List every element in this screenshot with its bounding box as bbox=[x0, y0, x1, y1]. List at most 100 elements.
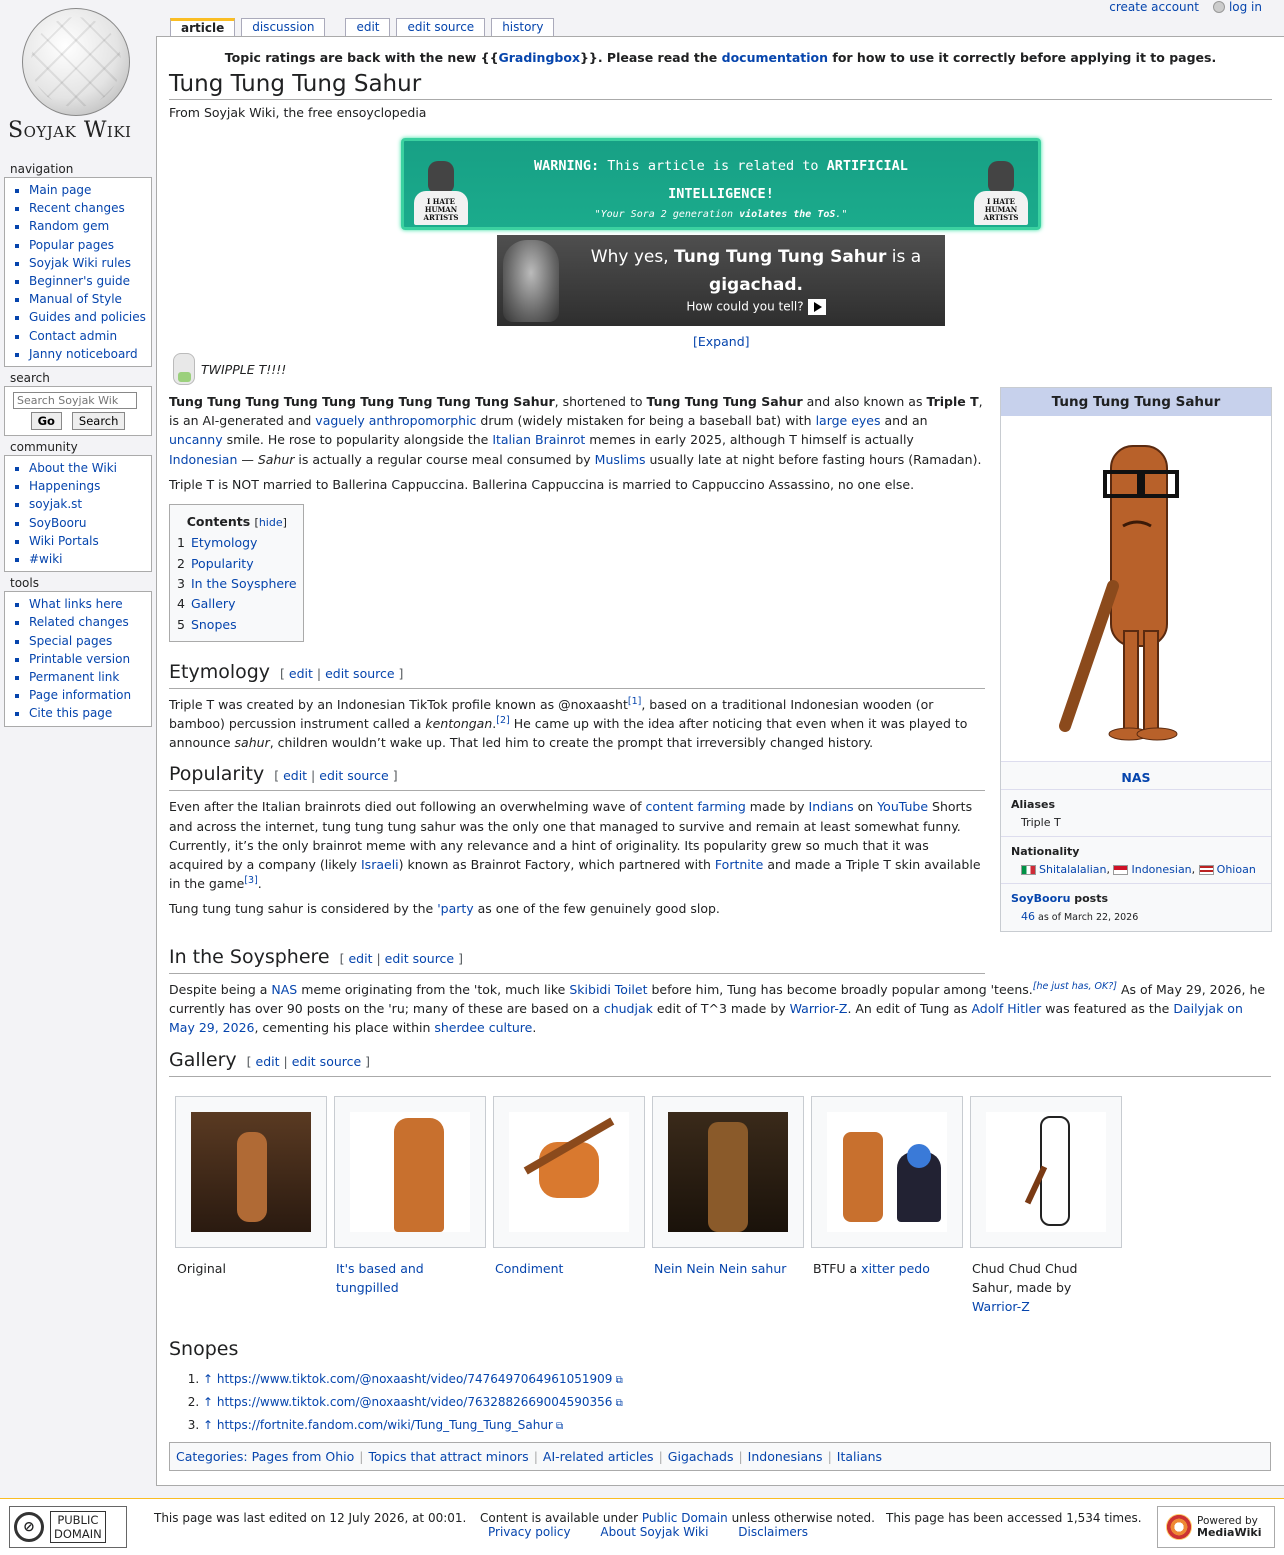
inline-link[interactable]: Condiment bbox=[495, 1261, 563, 1276]
gallery-image[interactable] bbox=[970, 1096, 1122, 1248]
reference-link[interactable]: https://www.tiktok.com/@noxaasht/video/7… bbox=[217, 1395, 613, 1409]
privacy-policy-link[interactable]: Privacy policy bbox=[488, 1525, 571, 1539]
section-edit-link[interactable]: edit bbox=[348, 951, 372, 966]
inline-link[interactable]: xitter pedo bbox=[861, 1261, 930, 1276]
toc-item[interactable]: 2 Popularity bbox=[177, 554, 297, 574]
sidebar-tools-item[interactable]: Page information bbox=[29, 686, 147, 704]
documentation-link[interactable]: documentation bbox=[722, 50, 828, 65]
section-edit-link[interactable]: edit bbox=[283, 768, 307, 783]
category-link[interactable]: Indonesians bbox=[748, 1449, 823, 1464]
section-edit-source-link[interactable]: edit source bbox=[319, 768, 388, 783]
tab-edit-source[interactable]: edit source bbox=[396, 18, 486, 36]
inline-link[interactable]: 'party bbox=[437, 901, 473, 916]
section-edit-source-link[interactable]: edit source bbox=[325, 666, 394, 681]
sidebar-nav-item[interactable]: Guides and policies bbox=[29, 308, 147, 326]
sidebar-nav-item[interactable]: Main page bbox=[29, 181, 147, 199]
inline-link[interactable]: NAS bbox=[271, 982, 297, 997]
toc-item[interactable]: 4 Gallery bbox=[177, 594, 297, 614]
section-edit-source-link[interactable]: edit source bbox=[292, 1054, 361, 1069]
gallery-image[interactable] bbox=[811, 1096, 963, 1248]
sidebar-tools-item[interactable]: Cite this page bbox=[29, 704, 147, 722]
sidebar-nav-item[interactable]: Random gem bbox=[29, 217, 147, 235]
inline-link[interactable]: content farming bbox=[646, 799, 746, 814]
gallery-image[interactable] bbox=[652, 1096, 804, 1248]
inline-link[interactable]: Indians bbox=[809, 799, 854, 814]
inline-link[interactable]: Italian Brainrot bbox=[492, 432, 585, 447]
categories-label[interactable]: Categories: bbox=[176, 1449, 248, 1464]
inline-link[interactable]: Israeli bbox=[361, 857, 399, 872]
inline-link[interactable]: Muslims bbox=[595, 452, 646, 467]
sidebar-tools-item[interactable]: Printable version bbox=[29, 650, 147, 668]
sidebar-nav-item[interactable]: Janny noticeboard bbox=[29, 345, 147, 363]
toc-link[interactable]: In the Soysphere bbox=[191, 576, 297, 591]
inline-link[interactable]: Fortnite bbox=[715, 857, 763, 872]
play-icon[interactable] bbox=[807, 299, 826, 315]
nationality-link[interactable]: Ohioan bbox=[1217, 863, 1256, 876]
toc-link[interactable]: Gallery bbox=[191, 596, 236, 611]
category-link[interactable]: Italians bbox=[837, 1449, 882, 1464]
sidebar-nav-item[interactable]: Soyjak Wiki rules bbox=[29, 254, 147, 272]
inline-link[interactable]: Skibidi Toilet bbox=[569, 982, 647, 997]
sidebar-tools-item[interactable]: Special pages bbox=[29, 632, 147, 650]
gradingbox-link[interactable]: Gradingbox bbox=[498, 50, 580, 65]
tab-edit[interactable]: edit bbox=[345, 18, 391, 36]
inline-link[interactable]: It's based and tungpilled bbox=[336, 1261, 424, 1295]
section-edit-source-link[interactable]: edit source bbox=[385, 951, 454, 966]
sidebar-tools-item[interactable]: What links here bbox=[29, 595, 147, 613]
sidebar-community-item[interactable]: #wiki bbox=[29, 550, 147, 568]
search-input[interactable] bbox=[13, 392, 137, 410]
posts-count[interactable]: 46 bbox=[1021, 910, 1035, 923]
back-arrow-icon[interactable]: ↑ bbox=[203, 1395, 217, 1409]
sidebar-nav-item[interactable]: Contact admin bbox=[29, 327, 147, 345]
inline-link[interactable]: [he just has, OK?] bbox=[1033, 981, 1117, 992]
toc-item[interactable]: 3 In the Soysphere bbox=[177, 574, 297, 594]
site-logo[interactable]: Soyjak Wiki bbox=[0, 0, 155, 150]
tab-history[interactable]: history bbox=[491, 18, 555, 36]
category-link[interactable]: Pages from Ohio bbox=[252, 1449, 355, 1464]
inline-link[interactable]: chudjak bbox=[604, 1001, 653, 1016]
inline-link[interactable]: Nein Nein Nein sahur bbox=[654, 1261, 786, 1276]
inline-link[interactable]: [3] bbox=[244, 875, 257, 886]
inline-link[interactable]: YouTube bbox=[877, 799, 928, 814]
powered-by-mediawiki-badge[interactable]: Powered by MediaWiki bbox=[1157, 1506, 1275, 1548]
inline-link[interactable]: Indonesian bbox=[169, 452, 237, 467]
sidebar-nav-item[interactable]: Manual of Style bbox=[29, 290, 147, 308]
sidebar-community-item[interactable]: Happenings bbox=[29, 477, 147, 495]
inline-link[interactable]: Warrior-Z bbox=[972, 1299, 1030, 1314]
search-button[interactable]: Search bbox=[71, 412, 126, 431]
inline-link[interactable]: [1] bbox=[628, 696, 641, 707]
tab-discussion[interactable]: discussion bbox=[241, 18, 326, 36]
disclaimers-link[interactable]: Disclaimers bbox=[738, 1525, 808, 1539]
reference-link[interactable]: https://fortnite.fandom.com/wiki/Tung_Tu… bbox=[217, 1418, 553, 1432]
inline-link[interactable]: Warrior-Z bbox=[790, 1001, 848, 1016]
gallery-image[interactable] bbox=[493, 1096, 645, 1248]
sidebar-community-item[interactable]: Wiki Portals bbox=[29, 532, 147, 550]
inline-link[interactable]: uncanny bbox=[169, 432, 223, 447]
inline-link[interactable]: large eyes bbox=[816, 413, 881, 428]
inline-link[interactable]: Adolf Hitler bbox=[971, 1001, 1041, 1016]
infobox-nas-link[interactable]: NAS bbox=[1001, 762, 1271, 790]
nationality-link[interactable]: Indonesian bbox=[1131, 863, 1191, 876]
gallery-image[interactable] bbox=[175, 1096, 327, 1248]
soybooru-link[interactable]: SoyBooru bbox=[1011, 892, 1070, 905]
go-button[interactable]: Go bbox=[30, 412, 62, 431]
section-edit-link[interactable]: edit bbox=[256, 1054, 280, 1069]
toc-link[interactable]: Etymology bbox=[191, 535, 257, 550]
log-in-link[interactable]: log in bbox=[1212, 0, 1262, 14]
sidebar-tools-item[interactable]: Permanent link bbox=[29, 668, 147, 686]
section-edit-link[interactable]: edit bbox=[289, 666, 313, 681]
sidebar-nav-item[interactable]: Beginner's guide bbox=[29, 272, 147, 290]
toc-link[interactable]: Snopes bbox=[191, 617, 237, 632]
infobox-image[interactable] bbox=[1001, 416, 1271, 762]
sidebar-community-item[interactable]: About the Wiki bbox=[29, 459, 147, 477]
sidebar-community-item[interactable]: soyjak.st bbox=[29, 495, 147, 513]
category-link[interactable]: AI-related articles bbox=[543, 1449, 654, 1464]
sidebar-nav-item[interactable]: Popular pages bbox=[29, 236, 147, 254]
sidebar-nav-item[interactable]: Recent changes bbox=[29, 199, 147, 217]
gallery-image[interactable] bbox=[334, 1096, 486, 1248]
tab-article[interactable]: article bbox=[170, 18, 236, 36]
toc-item[interactable]: 1 Etymology bbox=[177, 533, 297, 553]
public-domain-link[interactable]: Public Domain bbox=[642, 1511, 728, 1525]
expand-link[interactable]: [Expand] bbox=[693, 334, 750, 349]
category-link[interactable]: Topics that attract minors bbox=[369, 1449, 529, 1464]
